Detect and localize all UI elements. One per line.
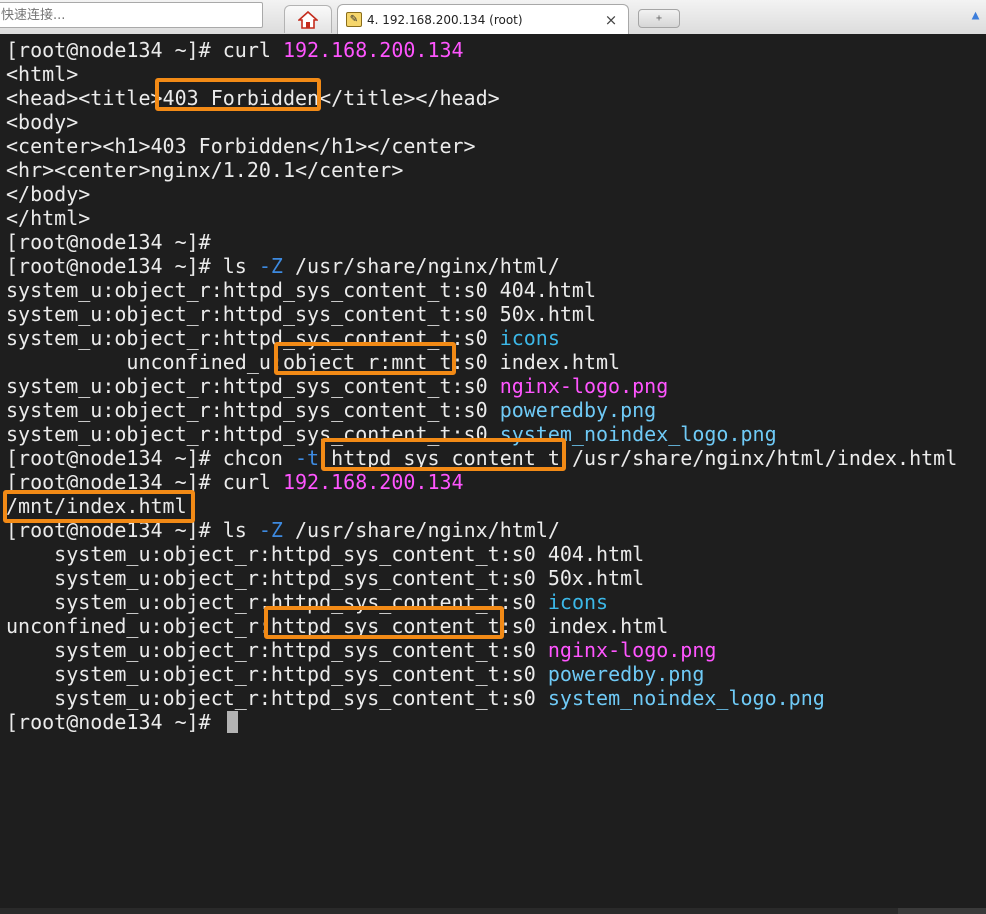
terminal-line: [root@node134 ~]# ls -Z /usr/share/nginx… (6, 254, 957, 278)
terminal-text: [root@node134 ~]# ls (6, 254, 259, 278)
terminal-line: unconfined_u:object_r:mnt_t:s0 index.htm… (6, 350, 957, 374)
top-toolbar: ✎ 4. 192.168.200.134 (root) × + ▲ (0, 0, 986, 35)
terminal-text: system_u:object_r:httpd_sys_content_t:s0 (6, 326, 500, 350)
terminal-line: <html> (6, 62, 957, 86)
terminal-session-icon: ✎ (346, 12, 362, 27)
terminal-text: system_u:object_r:httpd_sys_content_t:s0… (6, 278, 597, 302)
terminal-text: /usr/share/nginx/html/ (282, 254, 560, 278)
terminal-line: [root@node134 ~]# curl 192.168.200.134 (6, 470, 957, 494)
new-tab-button[interactable]: + (638, 9, 680, 28)
quick-connect-input[interactable] (0, 2, 263, 28)
terminal-text: -Z (258, 518, 283, 542)
terminal-text: -t (294, 446, 320, 470)
terminal-line: /mnt/index.html (6, 494, 957, 518)
terminal-line: [root@node134 ~]# (6, 710, 957, 734)
close-tab-icon[interactable]: × (602, 11, 620, 29)
terminal-text: system_u:object_r:httpd_sys_content_t:s0… (6, 542, 645, 566)
terminal-lines: [root@node134 ~]# curl 192.168.200.134 <h… (6, 38, 957, 734)
terminal-line: </body> (6, 182, 957, 206)
scroll-up-icon[interactable]: ▲ (965, 6, 986, 26)
terminal-text: unconfined_u:object_r:httpd_sys_content_… (6, 614, 669, 638)
plus-icon: + (655, 13, 663, 24)
terminal-text: nginx-logo.png (499, 374, 669, 398)
terminal-text: [root@node134 ~]# curl (6, 38, 283, 62)
terminal-line: [root@node134 ~]# (6, 230, 957, 254)
terminal-text: icons (547, 590, 609, 614)
terminal-line: <head><title>403 Forbidden</title></head… (6, 86, 957, 110)
terminal-text: /usr/share/nginx/html/ (282, 518, 560, 542)
terminal-text: icons (499, 326, 560, 350)
terminal-line: <body> (6, 110, 957, 134)
terminal-line: system_u:object_r:httpd_sys_content_t:s0… (6, 326, 957, 350)
terminal-text: [root@node134 ~]# ls (6, 518, 259, 542)
horizontal-scrollbar[interactable] (0, 908, 986, 914)
terminal-text: system_u:object_r:httpd_sys_content_t:s0 (6, 662, 548, 686)
terminal-text: /mnt/index.html (6, 494, 187, 518)
terminal-line: system_u:object_r:httpd_sys_content_t:s0… (6, 374, 957, 398)
terminal-text: system_u:object_r:httpd_sys_content_t:s0… (6, 566, 645, 590)
terminal-text: system_u:object_r:httpd_sys_content_t:s0 (6, 590, 548, 614)
terminal-text: [root@node134 ~]# curl (6, 470, 283, 494)
terminal-line: system_u:object_r:httpd_sys_content_t:s0… (6, 566, 957, 590)
terminal-line: </html> (6, 206, 957, 230)
terminal-line: system_u:object_r:httpd_sys_content_t:s0… (6, 398, 957, 422)
terminal-line: system_u:object_r:httpd_sys_content_t:s0… (6, 686, 957, 710)
terminal-line: system_u:object_r:httpd_sys_content_t:s0… (6, 422, 957, 446)
terminal-text: unconfined_u:object_r:mnt_t:s0 index.htm… (6, 350, 621, 374)
terminal-text: system_u:object_r:httpd_sys_content_t:s0 (6, 398, 500, 422)
terminal-text: [root@node134 ~]# (6, 710, 223, 734)
terminal-text: <center><h1>403 Forbidden</h1></center> (6, 134, 476, 158)
terminal-output[interactable]: [root@node134 ~]# curl 192.168.200.134 <h… (0, 34, 986, 914)
terminal-text: poweredby.png (499, 398, 657, 422)
terminal-line: <hr><center>nginx/1.20.1</center> (6, 158, 957, 182)
terminal-cursor (226, 711, 238, 733)
home-tab[interactable] (284, 5, 332, 33)
terminal-line: system_u:object_r:httpd_sys_content_t:s0… (6, 590, 957, 614)
terminal-text: 192.168.200.134 (282, 470, 464, 494)
terminal-text: nginx-logo.png (547, 638, 717, 662)
terminal-text: system_u:object_r:httpd_sys_content_t:s0 (6, 422, 500, 446)
terminal-text: <html> (6, 62, 79, 86)
terminal-text: </html> (6, 206, 91, 230)
terminal-text: system_u:object_r:httpd_sys_content_t:s0 (6, 638, 548, 662)
terminal-text: 192.168.200.134 (282, 38, 464, 62)
terminal-text: [root@node134 ~]# (6, 230, 211, 254)
terminal-text: system_u:object_r:httpd_sys_content_t:s0 (6, 686, 548, 710)
terminal-line: system_u:object_r:httpd_sys_content_t:s0… (6, 542, 957, 566)
terminal-text: <body> (6, 110, 79, 134)
scrollbar-thumb[interactable] (898, 908, 986, 914)
session-tab[interactable]: ✎ 4. 192.168.200.134 (root) × (337, 4, 629, 34)
terminal-line: system_u:object_r:httpd_sys_content_t:s0… (6, 302, 957, 326)
home-icon (298, 10, 318, 29)
terminal-text: system_u:object_r:httpd_sys_content_t:s0 (6, 374, 500, 398)
terminal-text: httpd_sys_content_t /usr/share/nginx/htm… (319, 446, 958, 470)
terminal-text: <head><title>403 Forbidden</title></head… (6, 86, 500, 110)
terminal-line: system_u:object_r:httpd_sys_content_t:s0… (6, 278, 957, 302)
terminal-line: unconfined_u:object_r:httpd_sys_content_… (6, 614, 957, 638)
terminal-text: <hr><center>nginx/1.20.1</center> (6, 158, 404, 182)
terminal-line: [root@node134 ~]# curl 192.168.200.134 (6, 38, 957, 62)
terminal-text: </body> (6, 182, 91, 206)
terminal-text: system_u:object_r:httpd_sys_content_t:s0… (6, 302, 597, 326)
terminal-text: system_noindex_logo.png (499, 422, 777, 446)
terminal-line: system_u:object_r:httpd_sys_content_t:s0… (6, 638, 957, 662)
terminal-text: [root@node134 ~]# chcon (6, 446, 295, 470)
terminal-line: [root@node134 ~]# ls -Z /usr/share/nginx… (6, 518, 957, 542)
terminal-text: system_noindex_logo.png (547, 686, 825, 710)
terminal-text: -Z (258, 254, 283, 278)
terminal-text: poweredby.png (547, 662, 705, 686)
terminal-line: <center><h1>403 Forbidden</h1></center> (6, 134, 957, 158)
session-tab-title: 4. 192.168.200.134 (root) (367, 12, 523, 27)
terminal-line: system_u:object_r:httpd_sys_content_t:s0… (6, 662, 957, 686)
terminal-line: [root@node134 ~]# chcon -t httpd_sys_con… (6, 446, 957, 470)
